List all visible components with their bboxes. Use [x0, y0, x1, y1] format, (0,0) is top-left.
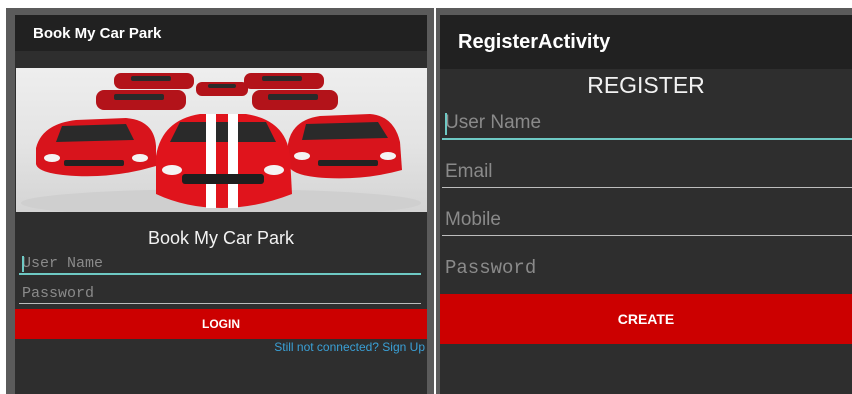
register-email-field[interactable]: Email	[442, 161, 852, 188]
register-username-field[interactable]: User Name	[442, 112, 852, 140]
register-username-underline	[442, 138, 852, 140]
login-app-title: Book My Car Park	[33, 24, 162, 42]
register-password-field[interactable]: Password	[442, 257, 852, 283]
text-cursor	[22, 256, 24, 272]
login-screen: Book My Car Park Book My Car Park User N…	[15, 15, 427, 394]
register-password-placeholder: Password	[445, 257, 537, 279]
register-screen: RegisterActivity REGISTER User Name Emai…	[440, 15, 852, 394]
login-button[interactable]: LOGIN	[15, 309, 427, 339]
login-app-bar: Book My Car Park	[15, 15, 427, 51]
login-username-field[interactable]: User Name	[19, 255, 421, 275]
register-app-bar: RegisterActivity	[440, 15, 852, 69]
login-username-placeholder: User Name	[22, 255, 104, 272]
login-username-underline	[19, 273, 421, 275]
login-password-field[interactable]: Password	[19, 285, 421, 304]
register-mobile-field[interactable]: Mobile	[442, 209, 852, 236]
text-cursor	[445, 113, 447, 135]
signup-link[interactable]: Still not connected? Sign Up	[274, 340, 425, 354]
register-heading: REGISTER	[587, 72, 705, 98]
login-heading: Book My Car Park	[147, 228, 295, 248]
register-username-placeholder: User Name	[445, 112, 542, 133]
register-app-title: RegisterActivity	[458, 30, 611, 53]
car-fleet-illustration	[21, 73, 421, 212]
login-password-placeholder: Password	[22, 285, 95, 302]
register-email-placeholder: Email	[445, 161, 493, 182]
register-email-underline	[442, 187, 852, 188]
login-button-label: LOGIN	[202, 317, 240, 331]
car-fleet-image	[16, 68, 427, 212]
login-password-underline	[19, 303, 421, 304]
create-button-label: CREATE	[617, 311, 675, 327]
register-mobile-underline	[442, 235, 852, 236]
register-mobile-placeholder: Mobile	[445, 209, 501, 230]
create-button[interactable]: CREATE	[440, 294, 852, 344]
